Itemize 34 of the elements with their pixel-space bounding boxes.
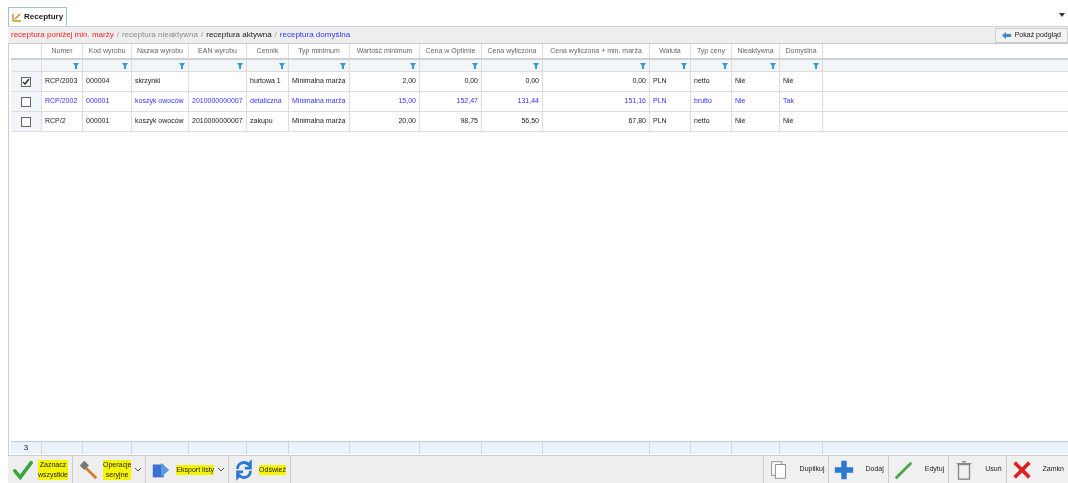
- row-count: 3: [23, 442, 29, 454]
- filter-icon[interactable]: [410, 62, 416, 69]
- filter-icon[interactable]: [73, 62, 79, 69]
- separator-slash: /: [274, 29, 277, 41]
- filter-icon[interactable]: [681, 62, 687, 69]
- caret-icon: [135, 467, 142, 472]
- filter-icon[interactable]: [472, 62, 478, 69]
- filter-icon[interactable]: [640, 62, 646, 69]
- legend-item: receptura aktywna: [206, 29, 272, 41]
- filter-icon[interactable]: [533, 62, 539, 69]
- checkbox[interactable]: [21, 116, 31, 127]
- separator-slash: /: [116, 29, 119, 41]
- tab[interactable]: Receptury: [8, 7, 68, 26]
- filter-icon[interactable]: [237, 62, 243, 69]
- filter-icon[interactable]: [770, 62, 776, 69]
- legend-item: receptura poniżej min. marży: [11, 29, 114, 41]
- checkbox[interactable]: [21, 96, 31, 107]
- filter-icon[interactable]: [279, 62, 285, 69]
- checkmark-icon: [12, 458, 34, 481]
- legend-item: receptura nieaktywna: [121, 29, 198, 41]
- filter-icon[interactable]: [813, 62, 819, 69]
- caret-icon: [218, 467, 225, 472]
- filter-icon[interactable]: [122, 62, 128, 69]
- legend-item: receptura domyślna: [279, 29, 351, 41]
- caret-icon[interactable]: [1059, 13, 1065, 17]
- checkmark-icon: [22, 77, 30, 86]
- checkbox[interactable]: [21, 76, 31, 87]
- separator-slash: /: [201, 29, 204, 41]
- edit-icon: [12, 12, 22, 22]
- filter-icon[interactable]: [179, 62, 185, 69]
- filter-icon[interactable]: [340, 62, 346, 69]
- arrow-left-icon: [1001, 31, 1011, 39]
- filter-icon[interactable]: [722, 62, 728, 69]
- plus-icon: [833, 458, 856, 481]
